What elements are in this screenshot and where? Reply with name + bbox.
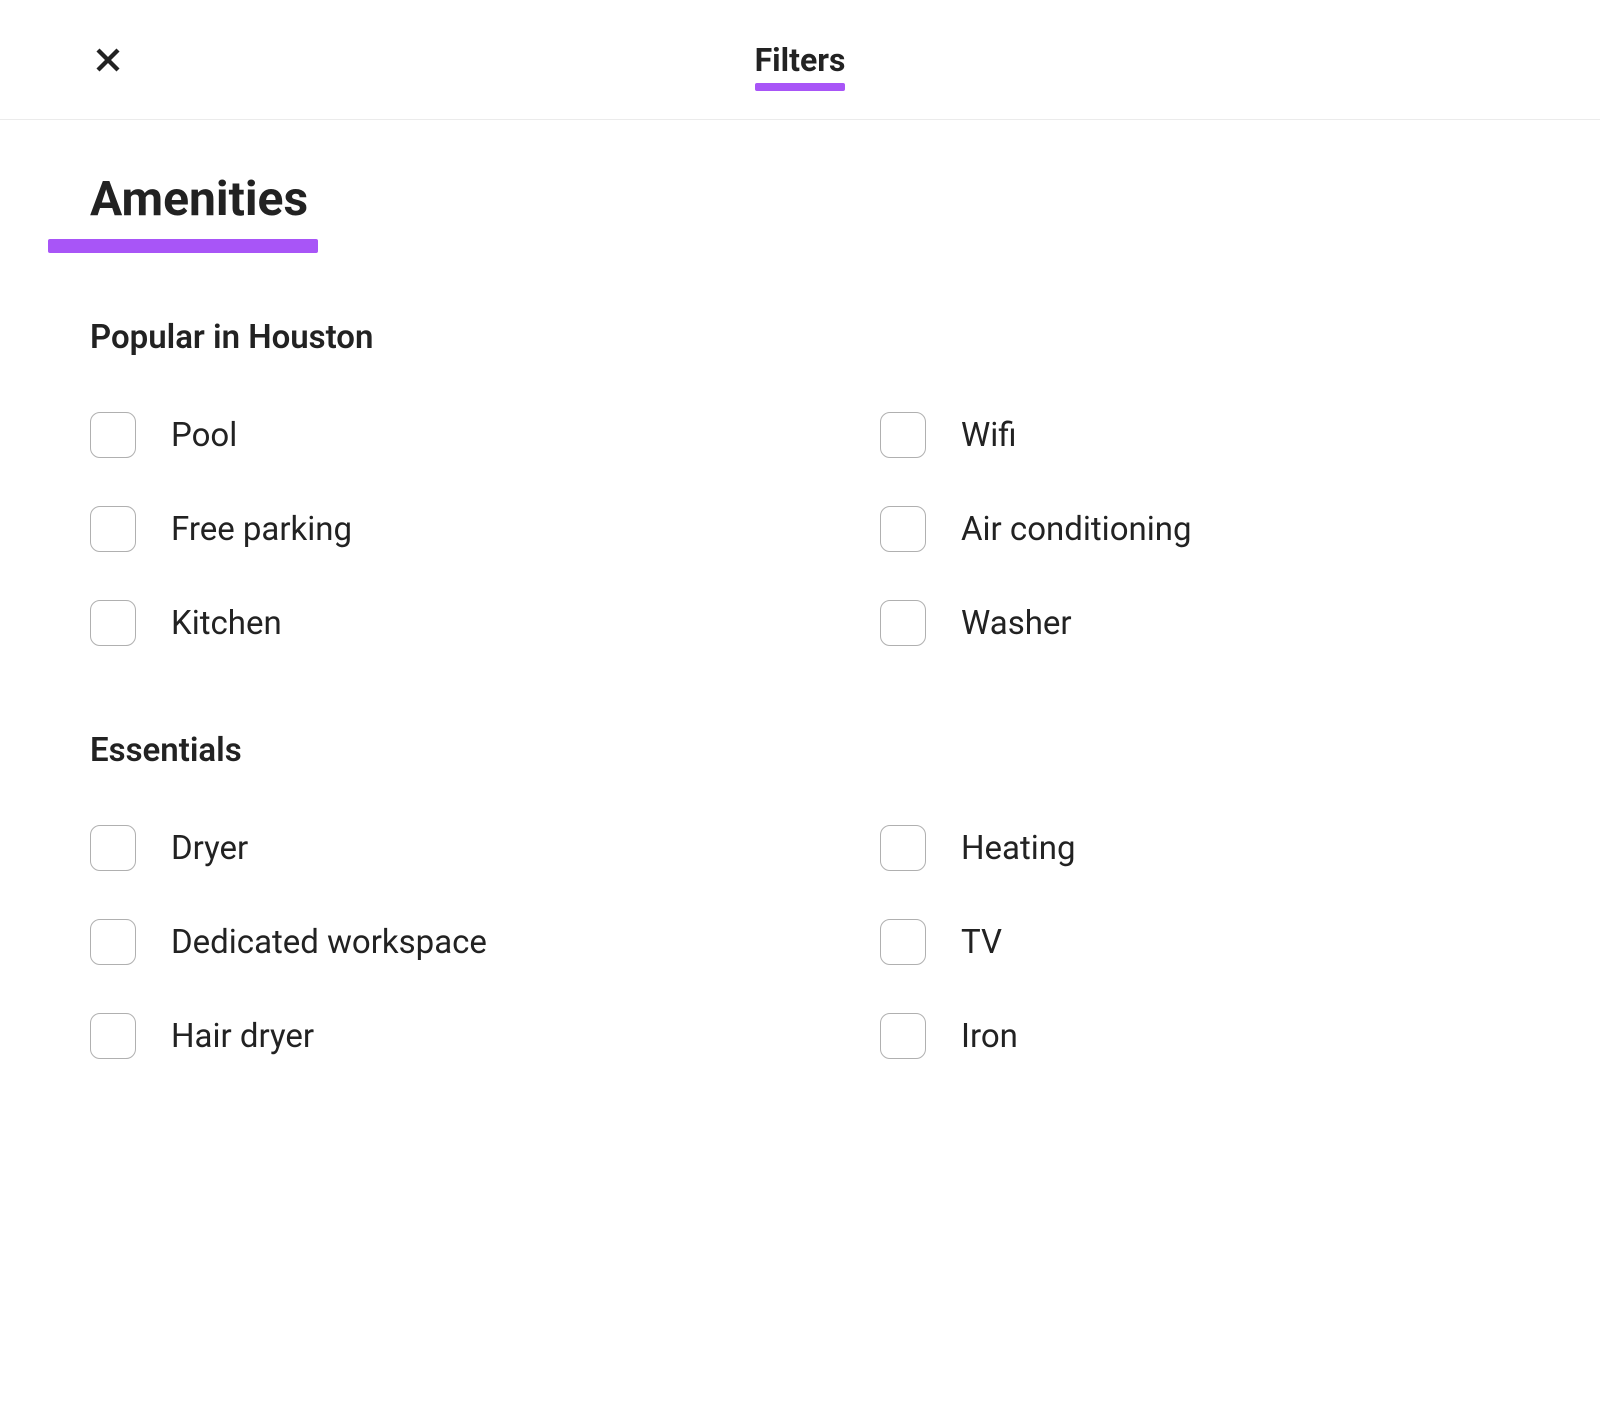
- amenity-label: Kitchen: [171, 604, 282, 643]
- amenity-item-free-parking[interactable]: Free parking: [90, 506, 770, 552]
- checkbox-wifi[interactable]: [880, 412, 926, 458]
- checkbox-tv[interactable]: [880, 919, 926, 965]
- checkbox-washer[interactable]: [880, 600, 926, 646]
- checkbox-kitchen[interactable]: [90, 600, 136, 646]
- amenity-item-tv[interactable]: TV: [830, 919, 1510, 965]
- subsection-title-essentials: Essentials: [90, 731, 1510, 770]
- amenities-grid-essentials: Dryer Heating Dedicated workspace TV Hai…: [90, 825, 1510, 1059]
- amenity-label: Iron: [961, 1017, 1018, 1056]
- amenity-label: Free parking: [171, 510, 352, 549]
- modal-header: Filters: [0, 0, 1600, 120]
- amenity-item-pool[interactable]: Pool: [90, 412, 770, 458]
- subsection-title-popular: Popular in Houston: [90, 318, 1510, 357]
- section-title-amenities: Amenities: [90, 170, 308, 233]
- amenity-item-hair-dryer[interactable]: Hair dryer: [90, 1013, 770, 1059]
- subsection-essentials: Essentials Dryer Heating Dedicated works…: [90, 731, 1510, 1059]
- amenity-label: Dryer: [171, 829, 248, 868]
- amenity-item-dryer[interactable]: Dryer: [90, 825, 770, 871]
- amenity-item-iron[interactable]: Iron: [830, 1013, 1510, 1059]
- modal-content: Amenities Popular in Houston Pool Wifi F…: [0, 120, 1600, 1059]
- amenity-label: TV: [961, 923, 1002, 962]
- amenities-grid-popular: Pool Wifi Free parking Air conditioning …: [90, 412, 1510, 646]
- checkbox-pool[interactable]: [90, 412, 136, 458]
- subsection-popular: Popular in Houston Pool Wifi Free parkin…: [90, 318, 1510, 646]
- amenity-item-heating[interactable]: Heating: [830, 825, 1510, 871]
- amenity-label: Air conditioning: [961, 510, 1192, 549]
- checkbox-free-parking[interactable]: [90, 506, 136, 552]
- close-icon: [93, 45, 123, 75]
- amenity-item-air-conditioning[interactable]: Air conditioning: [830, 506, 1510, 552]
- amenity-label: Wifi: [961, 416, 1017, 455]
- amenity-label: Pool: [171, 416, 237, 455]
- modal-title: Filters: [755, 41, 846, 79]
- amenity-label: Washer: [961, 604, 1072, 643]
- amenity-label: Hair dryer: [171, 1017, 314, 1056]
- close-button[interactable]: [88, 40, 128, 80]
- amenity-label: Dedicated workspace: [171, 923, 487, 962]
- amenity-item-washer[interactable]: Washer: [830, 600, 1510, 646]
- checkbox-dryer[interactable]: [90, 825, 136, 871]
- checkbox-dedicated-workspace[interactable]: [90, 919, 136, 965]
- amenity-item-dedicated-workspace[interactable]: Dedicated workspace: [90, 919, 770, 965]
- checkbox-iron[interactable]: [880, 1013, 926, 1059]
- checkbox-hair-dryer[interactable]: [90, 1013, 136, 1059]
- checkbox-heating[interactable]: [880, 825, 926, 871]
- checkbox-air-conditioning[interactable]: [880, 506, 926, 552]
- amenity-label: Heating: [961, 829, 1076, 868]
- amenity-item-wifi[interactable]: Wifi: [830, 412, 1510, 458]
- amenity-item-kitchen[interactable]: Kitchen: [90, 600, 770, 646]
